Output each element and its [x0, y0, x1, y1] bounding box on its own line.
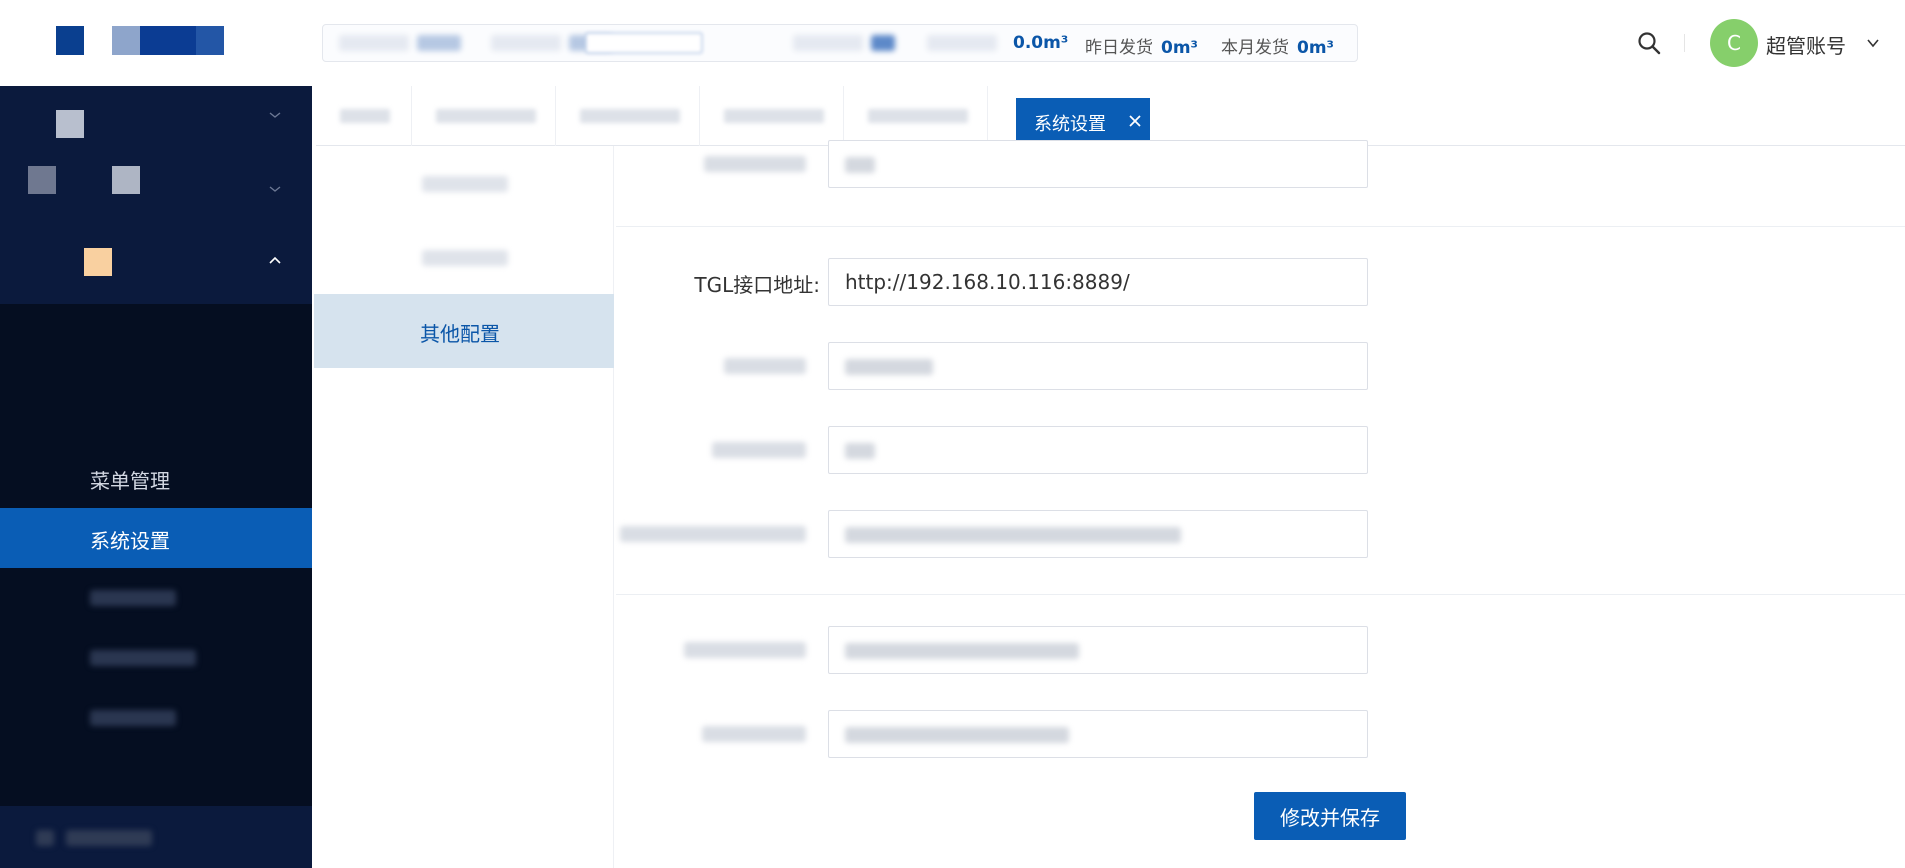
sidebar: 菜单管理 系统设置: [0, 86, 312, 868]
sidebar-item-blurred-1[interactable]: [0, 568, 312, 628]
sidebar-item-label: 系统设置: [90, 529, 170, 553]
form-row-blurred-1: [616, 342, 1376, 390]
form-input-blurred-4[interactable]: [828, 626, 1368, 674]
chevron-up-icon: [269, 256, 281, 264]
chevron-down-icon: [269, 112, 281, 118]
sidebar-item-menu-management[interactable]: 菜单管理: [0, 448, 312, 508]
stat-yesterday-value: 0m³: [1161, 38, 1198, 58]
section-divider: [616, 226, 1905, 227]
tab-blurred-5[interactable]: [844, 86, 988, 146]
form-row-blurred-5: [616, 710, 1376, 758]
sidebar-group-2[interactable]: [0, 152, 312, 218]
tab-blurred-1[interactable]: [316, 86, 412, 146]
top-bar: 0.0m³ 昨日发货 0m³ 本月发货 0m³ C 超管账号: [0, 0, 1905, 86]
user-name[interactable]: 超管账号: [1766, 30, 1846, 59]
form-input-blurred-2[interactable]: [828, 426, 1368, 474]
chevron-down-icon[interactable]: [1866, 36, 1880, 50]
stat-month-value: 0m³: [1297, 38, 1334, 58]
sidebar-group-3[interactable]: [0, 218, 312, 304]
form-input-blurred-3[interactable]: [828, 510, 1368, 558]
tgl-address-input[interactable]: [829, 259, 1367, 305]
sidebar-submenu: 菜单管理 系统设置: [0, 304, 312, 806]
sidebar-item-label: 菜单管理: [90, 469, 170, 493]
submenu-item-blurred-1[interactable]: [314, 146, 614, 220]
sidebar-group-1[interactable]: [0, 86, 312, 152]
form-input-blurred-5[interactable]: [828, 710, 1368, 758]
tgl-address-field[interactable]: [828, 258, 1368, 306]
form-input-blurred-1[interactable]: [828, 342, 1368, 390]
settings-submenu: 其他配置: [314, 146, 614, 868]
submenu-item-other-config[interactable]: 其他配置: [314, 294, 614, 368]
stat-today: 0.0m³: [1013, 33, 1068, 53]
sidebar-item-blurred-3[interactable]: [0, 688, 312, 748]
form-row-blurred-4: [616, 626, 1376, 674]
close-icon[interactable]: [1128, 114, 1142, 128]
submenu-item-blurred-2[interactable]: [314, 220, 614, 294]
search-icon[interactable]: [1636, 30, 1662, 56]
tab-blurred-2[interactable]: [412, 86, 556, 146]
sidebar-item-blurred-2[interactable]: [0, 628, 312, 688]
sidebar-groups: [0, 86, 312, 304]
stat-yesterday-label: 昨日发货: [1085, 38, 1153, 58]
settings-form: TGL接口地址: 修改并保存: [616, 140, 1905, 868]
tab-blurred-3[interactable]: [556, 86, 700, 146]
submenu-item-label: 其他配置: [420, 322, 500, 346]
page-tabs: 系统设置: [316, 86, 1905, 146]
shipment-stats-bar: 0.0m³ 昨日发货 0m³ 本月发货 0m³: [322, 24, 1358, 62]
stat-today-value: 0.0m³: [1013, 33, 1069, 53]
form-row-blurred-0: [616, 140, 1376, 188]
sidebar-item-system-settings[interactable]: 系统设置: [0, 508, 312, 568]
stat-yesterday: 昨日发货 0m³: [1085, 33, 1198, 58]
tgl-address-label: TGL接口地址:: [694, 273, 820, 297]
header-divider: [1684, 34, 1685, 52]
save-button[interactable]: 修改并保存: [1254, 792, 1406, 840]
stat-month: 本月发货 0m³: [1221, 33, 1334, 58]
chevron-down-icon: [269, 186, 281, 192]
stat-month-label: 本月发货: [1221, 38, 1289, 58]
form-row-blurred-3: [616, 510, 1376, 558]
tab-system-settings[interactable]: 系统设置: [1016, 98, 1150, 144]
form-row-tgl: TGL接口地址:: [616, 258, 1376, 306]
tab-blurred-4[interactable]: [700, 86, 844, 146]
sidebar-collapse[interactable]: [0, 806, 312, 868]
tab-label: 系统设置: [1034, 114, 1106, 135]
avatar[interactable]: C: [1710, 19, 1758, 67]
section-divider: [616, 594, 1905, 595]
form-input-blurred-0[interactable]: [828, 140, 1368, 188]
form-row-blurred-2: [616, 426, 1376, 474]
